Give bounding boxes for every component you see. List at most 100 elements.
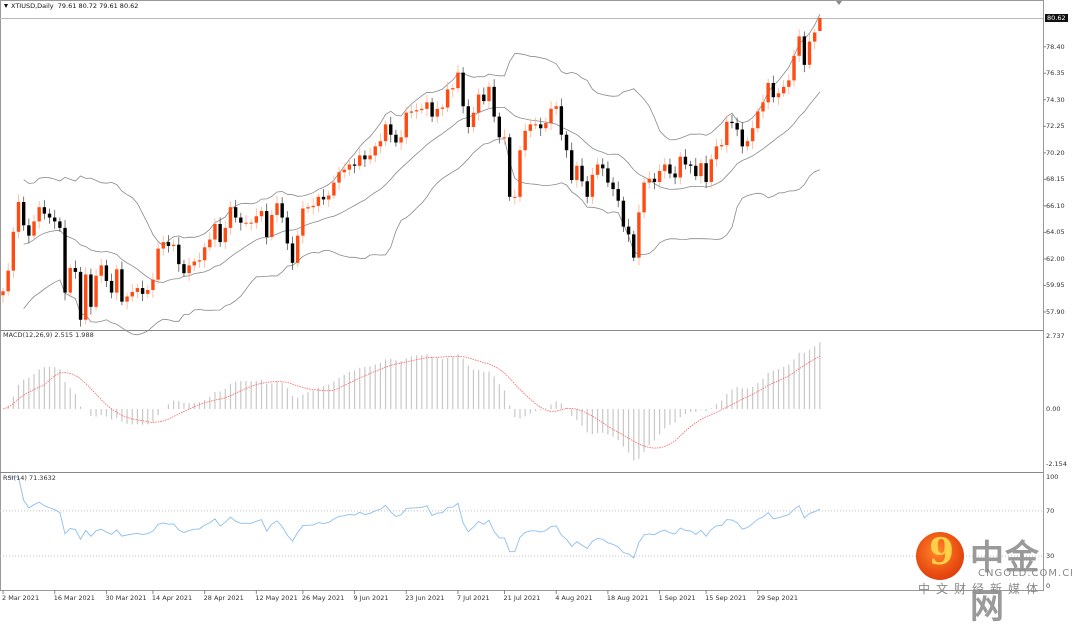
candle-body bbox=[6, 270, 10, 292]
candle-body bbox=[73, 268, 78, 272]
candle-body bbox=[616, 189, 620, 201]
candle-body bbox=[812, 32, 817, 42]
date-axis-label: 12 May 2021 bbox=[255, 594, 298, 602]
candle-body bbox=[487, 86, 491, 102]
candle-body bbox=[776, 93, 781, 98]
candle-body bbox=[352, 164, 357, 166]
candle-body bbox=[409, 111, 414, 113]
candle-body bbox=[528, 124, 533, 131]
candle-body bbox=[99, 265, 103, 276]
date-axis-label: 1 Sep 2021 bbox=[658, 594, 696, 602]
candle-body bbox=[673, 173, 677, 178]
candle-body bbox=[637, 212, 641, 258]
dropdown-triangle-icon[interactable] bbox=[4, 4, 8, 8]
candle-body bbox=[476, 94, 481, 113]
candle-body bbox=[719, 145, 724, 147]
candle-body bbox=[239, 217, 243, 223]
date-axis-label: 21 Jul 2021 bbox=[503, 594, 541, 602]
logo-name: 中金网 bbox=[970, 538, 1040, 627]
candle-body bbox=[78, 271, 83, 320]
price-axis-label: 66.10 bbox=[1046, 201, 1065, 210]
chart-canvas bbox=[0, 0, 1046, 594]
candle-body bbox=[683, 156, 688, 165]
candle-body bbox=[595, 164, 600, 175]
candle-body bbox=[151, 279, 155, 291]
candle-body bbox=[192, 261, 196, 266]
candle-body bbox=[414, 110, 419, 112]
candle-body bbox=[32, 221, 36, 236]
candle-body bbox=[135, 288, 140, 292]
candle-body bbox=[652, 178, 657, 182]
candle-body bbox=[11, 231, 16, 271]
shift-marker-icon bbox=[836, 1, 842, 5]
price-axis-label: 62.00 bbox=[1046, 254, 1065, 263]
candle-body bbox=[259, 211, 264, 217]
date-axis-label: 26 May 2021 bbox=[301, 594, 345, 602]
candle-body bbox=[208, 239, 212, 248]
candle-body bbox=[332, 182, 336, 196]
candle-body bbox=[518, 150, 522, 197]
candle-body bbox=[797, 36, 801, 56]
candle-body bbox=[792, 55, 796, 81]
candle-body bbox=[688, 164, 693, 166]
candle-body bbox=[311, 205, 315, 208]
candle-body bbox=[621, 200, 626, 227]
candle-body bbox=[533, 124, 538, 126]
candle-body bbox=[156, 248, 160, 280]
candle-body bbox=[456, 72, 460, 89]
candle-body bbox=[187, 265, 191, 274]
candle-body bbox=[166, 242, 171, 247]
price-axis-label: 68.15 bbox=[1046, 175, 1065, 184]
candle-body bbox=[327, 195, 331, 200]
candle-body bbox=[420, 108, 424, 111]
candle-body bbox=[678, 156, 682, 178]
candle-body bbox=[233, 207, 238, 218]
candle-body bbox=[544, 123, 548, 129]
price-axis-label: 78.40 bbox=[1046, 42, 1065, 51]
date-axis-label: 23 Jun 2021 bbox=[405, 594, 445, 602]
candle-body bbox=[554, 106, 558, 109]
candle-body bbox=[104, 265, 109, 281]
candle-body bbox=[404, 112, 408, 138]
candle-body bbox=[368, 155, 372, 160]
date-axis-label: 14 Apr 2021 bbox=[151, 594, 193, 602]
date-axis-label: 7 Jul 2021 bbox=[456, 594, 490, 602]
date-axis-label: 30 Mar 2021 bbox=[105, 594, 147, 602]
candle-body bbox=[347, 164, 352, 170]
candle-body bbox=[756, 111, 760, 129]
candle-body bbox=[316, 196, 321, 206]
macd-axis-label: -2.154 bbox=[1046, 460, 1067, 469]
candle-body bbox=[228, 207, 233, 228]
candle-body bbox=[657, 170, 662, 182]
chart-title: XTIUSD,Daily 79.61 80.72 79.61 80.62 bbox=[4, 2, 138, 10]
logo-domain: CNGOLD.COM.CN bbox=[978, 568, 1072, 579]
date-axis-label: 15 Sep 2021 bbox=[705, 594, 747, 602]
candle-body bbox=[280, 203, 284, 218]
price-axis-label: 72.25 bbox=[1046, 122, 1065, 131]
candle-body bbox=[601, 164, 605, 169]
current-price-label: 80.62 bbox=[1045, 14, 1068, 22]
candle-body bbox=[120, 269, 124, 302]
candle-body bbox=[647, 178, 651, 183]
candle-body bbox=[787, 80, 791, 87]
date-axis-label: 2 Mar 2021 bbox=[2, 594, 40, 602]
candle-body bbox=[383, 124, 388, 142]
candle-body bbox=[244, 222, 248, 224]
candle-body bbox=[285, 217, 290, 244]
candle-body bbox=[363, 155, 367, 160]
candle-body bbox=[21, 202, 26, 226]
candle-body bbox=[68, 268, 72, 293]
candle-body bbox=[570, 150, 574, 181]
candle-body bbox=[430, 102, 434, 117]
bollinger-upper-band bbox=[23, 14, 821, 247]
candle-body bbox=[590, 174, 595, 197]
price-axis-label: 74.30 bbox=[1046, 95, 1065, 104]
date-axis-label: 16 Mar 2021 bbox=[53, 594, 95, 602]
logo-nine-glyph: 9 bbox=[929, 531, 955, 573]
candle-body bbox=[63, 227, 67, 293]
price-axis-label: 59.95 bbox=[1046, 281, 1065, 290]
candle-body bbox=[606, 168, 610, 183]
candle-body bbox=[321, 196, 326, 200]
candle-body bbox=[275, 203, 279, 215]
candle-body bbox=[389, 124, 393, 135]
